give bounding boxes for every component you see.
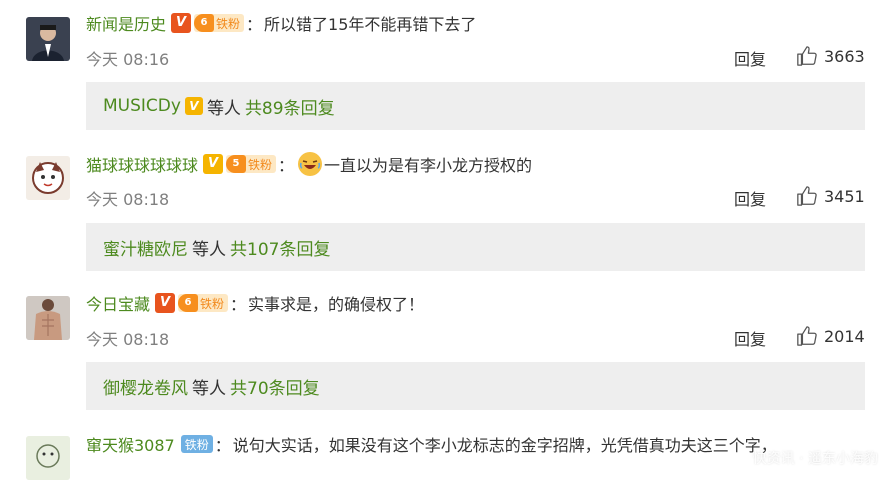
sub-reply-username[interactable]: 蜜汁糖欧尼 xyxy=(103,235,188,260)
sub-reply-count-link[interactable]: 共89条回复 xyxy=(245,94,335,119)
username-link[interactable]: 今日宝藏 xyxy=(86,291,150,315)
fan-badge: 6 铁粉 xyxy=(194,14,245,32)
sub-reply-etc: 等人 xyxy=(192,378,226,399)
reply-button[interactable]: 回复 xyxy=(734,326,766,350)
comment-text: 说句大实话，如果没有这个李小龙标志的金字招牌，光凭借真功夫这三个字， xyxy=(232,436,777,455)
like-count: 2014 xyxy=(824,326,865,346)
comment-text: 所以错了15年不能再错下去了 xyxy=(264,15,477,34)
like-button[interactable]: 3663 xyxy=(796,45,865,67)
username-link[interactable]: 新闻是历史 xyxy=(86,11,166,35)
avatar[interactable] xyxy=(26,436,70,480)
verified-badge-icon: V xyxy=(184,97,203,115)
sub-reply-summary[interactable]: 御樱龙卷风 等人 共70条回复 xyxy=(86,362,865,410)
sub-reply-count-link[interactable]: 共70条回复 xyxy=(230,374,320,399)
fan-badge-label: 铁粉 xyxy=(200,296,225,311)
like-count: 3663 xyxy=(824,46,865,66)
username-link[interactable]: 窜天猴3087 xyxy=(86,432,175,456)
sub-reply-etc: 等人 xyxy=(192,239,226,260)
separator-colon: ： xyxy=(246,15,263,34)
laughing-emoji-icon xyxy=(298,152,323,176)
like-button[interactable]: 2014 xyxy=(796,325,865,347)
username-link[interactable]: 猫球球球球球球 xyxy=(86,152,198,176)
fan-badge: 5 铁粉 xyxy=(226,155,277,173)
comment-time: 今天 08:16 xyxy=(86,50,170,69)
fan-level-icon: 6 xyxy=(194,14,215,32)
verified-badge-icon: V xyxy=(155,293,176,313)
fan-badge-label: 铁粉 xyxy=(248,157,273,172)
avatar[interactable] xyxy=(26,296,70,340)
thumbs-up-icon xyxy=(797,46,817,66)
watermark: 快资讯 · 遥东小海豹 xyxy=(752,451,878,467)
fan-badge-label: 铁粉 xyxy=(216,16,241,31)
avatar[interactable] xyxy=(26,17,70,61)
avatar[interactable] xyxy=(26,156,70,200)
fan-level-icon: 5 xyxy=(226,155,247,173)
comment-header: 窜天猴3087 铁粉 ： 说句大实话，如果没有这个李小龙标志的金字招牌，光凭借真… xyxy=(86,431,777,457)
verified-badge-icon: V xyxy=(203,154,224,174)
separator-colon: ： xyxy=(214,436,231,455)
like-button[interactable]: 3451 xyxy=(796,185,865,207)
comment-text: 一直以为是有李小龙方授权的 xyxy=(324,156,533,175)
fan-level-icon: 6 xyxy=(178,294,199,312)
comment-header: 猫球球球球球球 V 5 铁粉 ： 一直以为是有李小龙方授权的 xyxy=(86,151,532,177)
thumbs-up-icon xyxy=(797,326,817,346)
comment-time: 今天 08:18 xyxy=(86,190,170,209)
fan-badge: 铁粉 xyxy=(180,435,213,453)
comment-header: 新闻是历史 V 6 铁粉 ： 所以错了15年不能再错下去了 xyxy=(86,10,476,36)
sub-reply-etc: 等人 xyxy=(206,98,241,119)
sub-reply-summary[interactable]: MUSICDy V 等人 共89条回复 xyxy=(86,82,865,130)
comment-time: 今天 08:18 xyxy=(86,330,170,349)
sub-reply-count-link[interactable]: 共107条回复 xyxy=(230,235,330,260)
thumbs-up-icon xyxy=(797,186,817,206)
reply-button[interactable]: 回复 xyxy=(734,46,766,70)
comment-text: 实事求是，的确侵权了！ xyxy=(248,295,425,314)
comment-header: 今日宝藏 V 6 铁粉 ： 实事求是，的确侵权了！ xyxy=(86,290,424,316)
verified-badge-icon: V xyxy=(171,13,192,33)
reply-button[interactable]: 回复 xyxy=(734,186,766,210)
separator-colon: ： xyxy=(278,156,295,175)
sub-reply-summary[interactable]: 蜜汁糖欧尼 等人 共107条回复 xyxy=(86,223,865,271)
fan-badge: 6 铁粉 xyxy=(178,294,229,312)
sub-reply-username[interactable]: MUSICDy xyxy=(103,96,181,116)
fan-badge-label: 铁粉 xyxy=(184,437,209,452)
like-count: 3451 xyxy=(824,186,865,206)
separator-colon: ： xyxy=(230,295,247,314)
sub-reply-username[interactable]: 御樱龙卷风 xyxy=(103,374,188,399)
